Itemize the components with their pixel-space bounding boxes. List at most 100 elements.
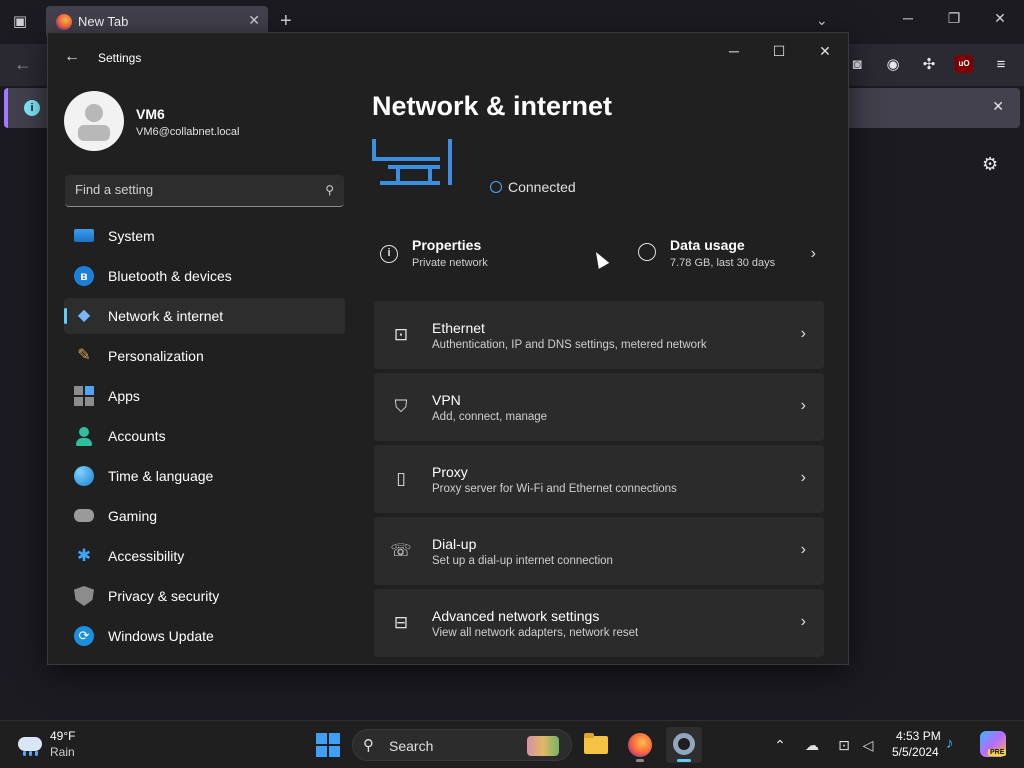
chevron-right-icon: › <box>800 613 806 630</box>
advanced-network-settings-card[interactable]: ⊟ Advanced network settings View all net… <box>374 589 824 657</box>
clock-time[interactable]: 4:53 PM <box>896 729 941 743</box>
close-icon[interactable]: ✕ <box>815 43 835 60</box>
ethernet-icon: ⊡ <box>393 325 409 344</box>
sidebar-item-label: Accounts <box>108 428 166 444</box>
firefox-taskbar-button[interactable] <box>622 727 658 763</box>
new-tab-plus-icon[interactable]: + <box>280 10 292 33</box>
search-input[interactable] <box>75 182 305 197</box>
window-title: Settings <box>98 51 142 65</box>
sidebar-item-label: Time & language <box>108 468 214 484</box>
dial-up-card[interactable]: ☏ Dial-up Set up a dial-up internet conn… <box>374 517 824 585</box>
apps-icon <box>74 386 94 406</box>
avatar <box>64 91 124 151</box>
clock-date[interactable]: 5/5/2024 <box>892 745 939 759</box>
chevron-right-icon: › <box>800 469 806 486</box>
firefox-close-icon[interactable]: ✕ <box>990 10 1010 27</box>
phone-icon: ☏ <box>390 541 412 560</box>
firefox-minimize-icon[interactable]: ─ <box>898 10 918 26</box>
sidebar-item-label: Bluetooth & devices <box>108 268 232 284</box>
ethernet-card[interactable]: ⊡ Ethernet Authentication, IP and DNS se… <box>374 301 824 369</box>
sidebar-item-accessibility[interactable]: ✱ Accessibility <box>64 538 345 574</box>
proxy-card[interactable]: ▯ Proxy Proxy server for Wi-Fi and Ether… <box>374 445 824 513</box>
minimize-icon[interactable]: ─ <box>724 43 744 59</box>
paintbrush-icon: ✎ <box>77 347 91 364</box>
pocket-icon[interactable]: ◙ <box>846 54 868 76</box>
sidebar-item-accounts[interactable]: Accounts <box>64 418 345 454</box>
tab-close-icon[interactable]: ✕ <box>248 12 260 29</box>
globe-status-icon <box>490 181 502 193</box>
sidebar-item-label: Apps <box>108 388 140 404</box>
settings-taskbar-button[interactable] <box>666 727 702 763</box>
back-arrow-icon[interactable]: ← <box>64 48 80 66</box>
pie-chart-icon <box>638 243 656 261</box>
data-usage-button[interactable]: Data usage 7.78 GB, last 30 days › <box>638 237 824 277</box>
firefox-back-icon[interactable]: ← <box>14 54 32 75</box>
update-icon: ⟳ <box>74 626 94 646</box>
weather-rain-icon[interactable] <box>18 733 42 757</box>
sidebar-item-time-language[interactable]: Time & language <box>64 458 345 494</box>
chevron-up-icon[interactable]: ⌃ <box>770 735 790 755</box>
user-name: VM6 <box>136 106 165 122</box>
proxy-icon: ▯ <box>396 469 406 488</box>
firefox-restore-icon[interactable]: ❐ <box>944 10 964 27</box>
extensions-icon[interactable]: ✣ <box>918 54 940 76</box>
wifi-icon: ◆ <box>77 307 91 324</box>
maximize-icon[interactable]: ☐ <box>769 43 789 60</box>
user-profile[interactable]: VM6 VM6@collabnet.local <box>64 91 344 151</box>
notification-close-icon[interactable]: ✕ <box>992 98 1004 115</box>
weather-temperature[interactable]: 49°F <box>50 729 75 743</box>
info-icon: i <box>24 100 40 116</box>
account-icon[interactable]: ◉ <box>882 54 904 76</box>
sidebar-item-network[interactable]: ◆ Network & internet <box>64 298 345 334</box>
search-icon: ⚲ <box>363 737 374 754</box>
sidebar-item-privacy[interactable]: Privacy & security <box>64 578 345 614</box>
weather-description[interactable]: Rain <box>50 745 75 759</box>
volume-muted-icon[interactable]: ◁ <box>858 735 878 755</box>
properties-button[interactable]: i Properties Private network <box>380 237 620 277</box>
globe-clock-icon <box>74 466 94 486</box>
folder-icon <box>584 733 608 754</box>
card-subtitle: Set up a dial-up internet connection <box>432 555 613 567</box>
card-title: VPN <box>432 392 461 408</box>
card-subtitle: Authentication, IP and DNS settings, met… <box>432 339 707 351</box>
firefox-view-icon[interactable]: ▣ <box>10 12 30 32</box>
sidebar-item-label: Gaming <box>108 508 158 524</box>
sidebar-item-system[interactable]: System <box>64 218 345 254</box>
sidebar-item-label: Windows Update <box>108 628 214 644</box>
file-explorer-button[interactable] <box>578 727 614 763</box>
taskbar-search[interactable]: ⚲ Search <box>352 729 572 761</box>
info-icon: i <box>380 245 398 263</box>
onedrive-offline-icon[interactable]: ☁ <box>802 735 822 755</box>
find-setting-search[interactable]: ⚲ <box>65 175 344 207</box>
active-indicator <box>677 759 691 762</box>
start-button[interactable] <box>316 733 340 757</box>
notification-bell-icon[interactable]: ♪ <box>946 735 954 752</box>
sidebar-item-label: Privacy & security <box>108 588 220 604</box>
copilot-preview-badge: PRE <box>988 749 1007 756</box>
chevron-right-icon: › <box>800 397 806 414</box>
ublock-origin-icon[interactable]: uO <box>955 55 973 73</box>
newtab-settings-gear-icon[interactable]: ⚙ <box>982 154 998 175</box>
chevron-right-icon: › <box>800 541 806 558</box>
settings-title-bar: ← Settings ─ ☐ ✕ <box>48 33 848 81</box>
windows-taskbar: 49°F Rain ⚲ Search ⌃ ☁ ⊡ ◁ 4:53 PM 5/5/2… <box>0 720 1024 768</box>
search-icon[interactable]: ⚲ <box>325 183 334 197</box>
network-icon[interactable]: ⊡ <box>834 735 854 755</box>
sidebar-item-personalization[interactable]: ✎ Personalization <box>64 338 345 374</box>
sidebar-item-gaming[interactable]: Gaming <box>64 498 345 534</box>
sidebar-item-windows-update[interactable]: ⟳ Windows Update <box>64 618 345 654</box>
settings-sidebar: System ʙ Bluetooth & devices ◆ Network &… <box>64 218 345 658</box>
sidebar-item-bluetooth[interactable]: ʙ Bluetooth & devices <box>64 258 345 294</box>
card-subtitle: Proxy server for Wi-Fi and Ethernet conn… <box>432 483 677 495</box>
person-icon <box>74 426 94 446</box>
card-subtitle: Add, connect, manage <box>432 411 548 423</box>
monitor-icon <box>74 229 94 242</box>
user-email: VM6@collabnet.local <box>136 126 240 138</box>
sidebar-item-apps[interactable]: Apps <box>64 378 345 414</box>
ethernet-router-icon <box>372 139 456 187</box>
settings-window: ← Settings ─ ☐ ✕ VM6 VM6@collabnet.local… <box>47 32 849 665</box>
tab-list-chevron-icon[interactable]: ⌄ <box>816 12 828 29</box>
vpn-card[interactable]: ⛉ VPN Add, connect, manage › <box>374 373 824 441</box>
hamburger-menu-icon[interactable]: ≡ <box>990 54 1012 76</box>
data-usage-subtitle: 7.78 GB, last 30 days <box>670 257 776 269</box>
